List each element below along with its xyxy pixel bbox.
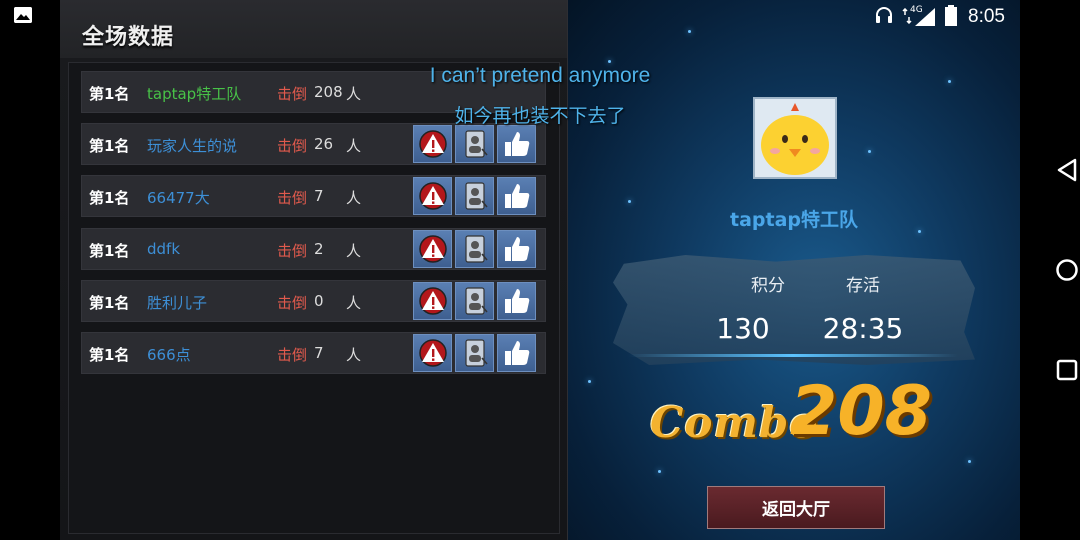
report-button[interactable] <box>413 334 452 372</box>
like-button[interactable] <box>497 177 536 215</box>
kill-label: 击倒 <box>277 137 308 155</box>
kill-count: 7 <box>314 344 324 362</box>
kill-count: 26 <box>314 135 334 153</box>
divider <box>628 354 958 357</box>
like-button[interactable] <box>497 230 536 268</box>
sparkle <box>588 380 591 383</box>
home-button[interactable] <box>1020 240 1080 300</box>
sparkle <box>948 80 951 83</box>
kill-count: 0 <box>314 292 324 310</box>
player-row: 第1名 66477大 击倒 7 人 <box>81 175 546 217</box>
player-row: 第1名 666点 击倒 7 人 <box>81 332 546 374</box>
view-profile-button[interactable] <box>455 334 494 372</box>
sparkle <box>658 470 661 473</box>
caption-english: I can’t pretend anymore <box>429 64 651 87</box>
like-button[interactable] <box>497 282 536 320</box>
battery-icon <box>945 5 957 26</box>
kill-count: 7 <box>314 187 324 205</box>
view-profile-button[interactable] <box>455 230 494 268</box>
back-button[interactable] <box>1020 140 1080 200</box>
headphones-icon <box>876 7 892 23</box>
player-name[interactable]: 666点 <box>147 344 191 365</box>
home-circle-icon <box>1056 259 1078 281</box>
kill-unit: 人 <box>346 346 362 364</box>
kill-count: 208 <box>314 83 343 101</box>
sparkle <box>688 30 691 33</box>
report-button[interactable] <box>413 177 452 215</box>
kill-unit: 人 <box>346 85 362 103</box>
rank-label: 第1名 <box>89 346 130 364</box>
kill-label: 击倒 <box>277 189 308 207</box>
back-to-lobby-button[interactable]: 返回大厅 <box>707 486 885 529</box>
kill-count: 2 <box>314 240 324 258</box>
signal-icon <box>915 8 935 26</box>
kill-label: 击倒 <box>277 242 308 260</box>
report-button[interactable] <box>413 282 452 320</box>
score-value: 130 <box>716 312 770 345</box>
left-strip <box>0 0 60 540</box>
rank-label: 第1名 <box>89 189 130 207</box>
like-button[interactable] <box>497 334 536 372</box>
clock: 8:05 <box>968 6 1005 27</box>
gallery-icon <box>14 7 32 23</box>
survive-label: 存活 <box>846 276 880 296</box>
sparkle <box>628 200 631 203</box>
view-profile-button[interactable] <box>455 125 494 163</box>
sparkle <box>868 150 871 153</box>
view-profile-button[interactable] <box>455 282 494 320</box>
player-name[interactable]: 玩家人生的说 <box>147 135 237 156</box>
report-button[interactable] <box>413 230 452 268</box>
avatar <box>753 97 837 179</box>
rank-label: 第1名 <box>89 294 130 312</box>
combo-value: 208 <box>790 372 932 451</box>
player-row: 第1名 玩家人生的说 击倒 26 人 <box>81 123 546 165</box>
report-button[interactable] <box>413 125 452 163</box>
back-triangle-icon <box>1057 158 1077 182</box>
rank-label: 第1名 <box>89 242 130 260</box>
player-row: 第1名 胜利儿子 击倒 0 人 <box>81 280 546 322</box>
rank-label: 第1名 <box>89 137 130 155</box>
chick-avatar-icon <box>755 99 835 177</box>
kill-label: 击倒 <box>277 346 308 364</box>
sparkle <box>608 60 611 63</box>
player-name[interactable]: 66477大 <box>147 187 210 208</box>
player-name[interactable]: ddfk <box>147 240 180 258</box>
recents-square-icon <box>1056 359 1078 381</box>
player-name[interactable]: taptap特工队 <box>147 83 241 104</box>
kill-unit: 人 <box>346 189 362 207</box>
view-profile-button[interactable] <box>455 177 494 215</box>
player-name: taptap特工队 <box>729 209 858 231</box>
recents-button[interactable] <box>1020 340 1080 400</box>
kill-label: 击倒 <box>277 85 308 103</box>
rank-label: 第1名 <box>89 85 130 103</box>
kill-unit: 人 <box>346 137 362 155</box>
caption-chinese: 如今再也装不下去了 <box>454 105 626 127</box>
stats-title: 全场数据 <box>82 25 175 50</box>
kill-label: 击倒 <box>277 294 308 312</box>
survive-time-value: 28:35 <box>822 312 904 345</box>
score-label: 积分 <box>751 276 785 296</box>
navigation-bar <box>1020 0 1080 540</box>
player-name[interactable]: 胜利儿子 <box>147 292 207 313</box>
kill-unit: 人 <box>346 294 362 312</box>
player-row: 第1名 ddfk 击倒 2 人 <box>81 228 546 270</box>
like-button[interactable] <box>497 125 536 163</box>
kill-unit: 人 <box>346 242 362 260</box>
sparkle <box>968 460 971 463</box>
